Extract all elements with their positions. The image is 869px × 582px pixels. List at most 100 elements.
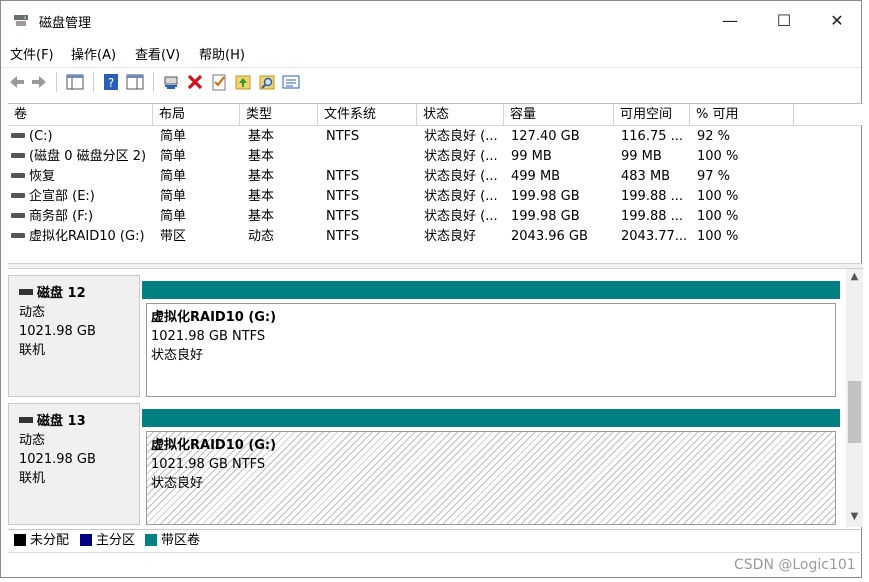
menu-action[interactable]: 操作(A) bbox=[71, 44, 116, 63]
menu-view[interactable]: 查看(V) bbox=[135, 44, 180, 63]
cell-volume: (磁盘 0 磁盘分区 2) bbox=[11, 147, 153, 167]
cell-type: 基本 bbox=[248, 189, 275, 204]
legend: 未分配 主分区 带区卷 bbox=[8, 529, 863, 551]
legend-item-striped: 带区卷 bbox=[145, 533, 200, 549]
scroll-up-icon[interactable]: ▲ bbox=[846, 271, 863, 285]
table-row[interactable]: 商务部 (F:) 简单 基本 NTFS 状态良好 (... 199.98 GB … bbox=[8, 207, 863, 227]
cell-type: 基本 bbox=[248, 169, 275, 184]
table-row[interactable]: 恢复 简单 基本 NTFS 状态良好 (... 499 MB 483 MB 97… bbox=[8, 167, 863, 187]
column-header-filesystem[interactable]: 文件系统 bbox=[318, 104, 417, 126]
cell-percent-free: 100 % bbox=[697, 209, 739, 224]
cell-percent-free: 100 % bbox=[697, 189, 739, 204]
column-header-percent-free[interactable]: % 可用 bbox=[690, 104, 794, 126]
properties-pane-icon[interactable] bbox=[125, 72, 145, 92]
cell-volume: 商务部 (F:) bbox=[11, 207, 153, 227]
disk-12-label[interactable]: 磁盘 12 动态 1021.98 GB 联机 bbox=[8, 275, 140, 397]
volume-list: 卷 布局 类型 文件系统 状态 容量 可用空间 % 可用 (C:) 简单 基本 … bbox=[8, 103, 863, 261]
cell-filesystem: NTFS bbox=[326, 229, 360, 244]
menu-file[interactable]: 文件(F) bbox=[10, 44, 54, 63]
svg-text:?: ? bbox=[108, 76, 114, 90]
drive-icon bbox=[11, 173, 25, 178]
cell-layout: 带区 bbox=[160, 229, 187, 244]
cell-volume: (C:) bbox=[11, 127, 153, 147]
disk-12-partition[interactable]: 虚拟化RAID10 (G:) 1021.98 GB NTFS 状态良好 bbox=[142, 281, 840, 403]
delete-icon[interactable] bbox=[185, 72, 205, 92]
cell-percent-free: 92 % bbox=[697, 129, 731, 144]
close-button[interactable]: ✕ bbox=[814, 7, 860, 35]
disk-management-app-icon bbox=[14, 15, 28, 26]
cell-free-space: 2043.77... bbox=[621, 229, 688, 244]
drive-icon bbox=[11, 153, 25, 158]
disk-13-label[interactable]: 磁盘 13 动态 1021.98 GB 联机 bbox=[8, 403, 140, 525]
cell-free-space: 99 MB bbox=[621, 149, 662, 164]
disk-graphical-view: 磁盘 12 动态 1021.98 GB 联机 虚拟化RAID10 (G:) 10… bbox=[8, 269, 846, 527]
disk-size: 1021.98 GB bbox=[19, 324, 96, 339]
window-title: 磁盘管理 bbox=[39, 16, 92, 31]
connect-icon[interactable] bbox=[161, 72, 181, 92]
details-icon[interactable] bbox=[281, 72, 301, 92]
partition-details-selected[interactable]: 虚拟化RAID10 (G:) 1021.98 GB NTFS 状态良好 bbox=[146, 431, 836, 525]
cell-type: 动态 bbox=[248, 229, 275, 244]
disk-status: 联机 bbox=[19, 343, 46, 358]
cell-free-space: 199.88 ... bbox=[621, 209, 684, 224]
disk-icon bbox=[19, 416, 33, 423]
maximize-button[interactable]: ☐ bbox=[761, 7, 807, 35]
cell-layout: 简单 bbox=[160, 189, 187, 204]
toolbar: ? bbox=[1, 67, 861, 95]
scroll-down-icon[interactable]: ▼ bbox=[846, 511, 863, 525]
help-icon[interactable]: ? bbox=[101, 72, 121, 92]
legend-swatch bbox=[80, 533, 92, 546]
drive-icon bbox=[11, 233, 25, 238]
cell-status: 状态良好 bbox=[424, 229, 477, 244]
cell-filesystem: NTFS bbox=[326, 129, 360, 144]
search-folder-icon[interactable] bbox=[257, 72, 277, 92]
column-header-layout[interactable]: 布局 bbox=[153, 104, 240, 126]
cell-capacity: 2043.96 GB bbox=[511, 229, 588, 244]
cell-filesystem bbox=[326, 147, 416, 167]
scrollbar-thumb[interactable] bbox=[848, 381, 861, 443]
table-row[interactable]: (C:) 简单 基本 NTFS 状态良好 (... 127.40 GB 116.… bbox=[8, 127, 863, 147]
cell-percent-free: 100 % bbox=[697, 229, 739, 244]
toolbar-separator bbox=[153, 72, 154, 92]
cell-type: 基本 bbox=[248, 129, 275, 144]
column-header-capacity[interactable]: 容量 bbox=[504, 104, 614, 126]
cell-status: 状态良好 (... bbox=[424, 129, 498, 144]
partition-details[interactable]: 虚拟化RAID10 (G:) 1021.98 GB NTFS 状态良好 bbox=[146, 303, 836, 397]
table-row[interactable]: 虚拟化RAID10 (G:) 带区 动态 NTFS 状态良好 2043.96 G… bbox=[8, 227, 863, 247]
minimize-button[interactable]: — bbox=[707, 7, 753, 35]
menu-help[interactable]: 帮助(H) bbox=[199, 44, 245, 63]
partition-status: 状态良好 bbox=[151, 348, 204, 363]
partition-name: 虚拟化RAID10 (G:) bbox=[151, 438, 277, 453]
striped-volume-bar bbox=[142, 409, 840, 427]
toolbar-separator bbox=[56, 72, 57, 92]
column-header-free-space[interactable]: 可用空间 bbox=[614, 104, 690, 126]
partition-status: 状态良好 bbox=[151, 476, 204, 491]
cell-percent-free: 97 % bbox=[697, 169, 731, 184]
cell-type: 基本 bbox=[248, 209, 275, 224]
legend-swatch bbox=[145, 533, 157, 546]
column-header-volume[interactable]: 卷 bbox=[8, 104, 153, 126]
up-folder-icon[interactable] bbox=[233, 72, 253, 92]
checklist-icon[interactable] bbox=[209, 72, 229, 92]
disk-name: 磁盘 13 bbox=[37, 414, 86, 429]
table-row[interactable]: (磁盘 0 磁盘分区 2) 简单 基本 状态良好 (... 99 MB 99 M… bbox=[8, 147, 863, 167]
cell-layout: 简单 bbox=[160, 209, 187, 224]
column-header-type[interactable]: 类型 bbox=[240, 104, 318, 126]
forward-icon[interactable] bbox=[29, 72, 49, 92]
cell-status: 状态良好 (... bbox=[424, 209, 498, 224]
title-bar: 磁盘管理 — ☐ ✕ bbox=[1, 1, 861, 39]
partition-size-fs: 1021.98 GB NTFS bbox=[151, 457, 266, 472]
table-row[interactable]: 企宣部 (E:) 简单 基本 NTFS 状态良好 (... 199.98 GB … bbox=[8, 187, 863, 207]
drive-icon bbox=[11, 193, 25, 198]
partition-name: 虚拟化RAID10 (G:) bbox=[151, 310, 277, 325]
cell-capacity: 499 MB bbox=[511, 169, 561, 184]
disk-type: 动态 bbox=[19, 433, 46, 448]
disk-13-partition[interactable]: 虚拟化RAID10 (G:) 1021.98 GB NTFS 状态良好 bbox=[142, 409, 840, 527]
cell-capacity: 127.40 GB bbox=[511, 129, 580, 144]
toolbar-separator bbox=[93, 72, 94, 92]
disk-view-scrollbar[interactable]: ▲ ▼ bbox=[846, 269, 863, 527]
console-tree-icon[interactable] bbox=[65, 72, 85, 92]
cell-capacity: 199.98 GB bbox=[511, 189, 580, 204]
back-icon[interactable] bbox=[7, 72, 27, 92]
column-header-status[interactable]: 状态 bbox=[417, 104, 504, 126]
